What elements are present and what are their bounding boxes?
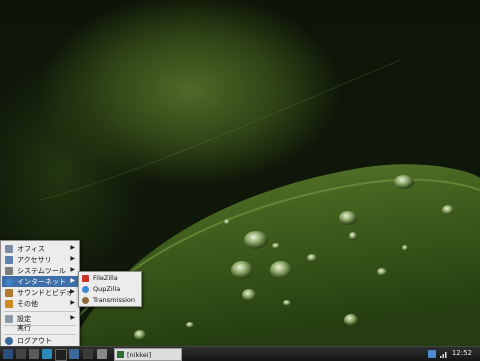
window-app-icon <box>117 351 124 358</box>
menu-item-label: ログアウト <box>17 336 52 345</box>
chevron-right-icon: ▶ <box>70 299 75 306</box>
menu-item-label: システムツール <box>17 266 66 275</box>
menu-item-label: 実行 <box>17 323 31 332</box>
transmission-icon <box>82 296 89 304</box>
menu-item-logout[interactable]: ログアウト <box>2 335 78 346</box>
start-menu: オフィス ▶ アクセサリ ▶ システムツール ▶ インターネット ▶ サウンドと… <box>0 240 80 348</box>
chevron-right-icon: ▶ <box>70 277 75 284</box>
show-desktop-icon[interactable] <box>16 349 26 359</box>
multimedia-icon <box>5 288 13 297</box>
menu-item-label: オフィス <box>17 244 45 253</box>
run-icon <box>5 324 13 332</box>
submenu-item-qupzilla[interactable]: QupZilla <box>80 284 140 294</box>
chevron-right-icon: ▶ <box>70 288 75 295</box>
qupzilla-icon <box>82 285 89 293</box>
network-icon[interactable] <box>428 350 436 358</box>
clock[interactable]: 12:52 <box>452 349 472 357</box>
submenu-item-transmission[interactable]: Transmission <box>80 295 140 305</box>
workspace-1-icon[interactable] <box>69 349 79 359</box>
workspace-3-icon[interactable] <box>97 349 107 359</box>
menu-separator <box>4 311 76 312</box>
taskbar: [nikkei] 12:52 <box>0 346 480 361</box>
submenu-item-label: QupZilla <box>93 285 121 293</box>
menu-item-internet[interactable]: インターネット ▶ <box>2 276 78 287</box>
file-manager-icon[interactable] <box>29 349 39 359</box>
volume-icon[interactable] <box>440 350 448 358</box>
menu-item-office[interactable]: オフィス ▶ <box>2 243 78 254</box>
office-icon <box>5 244 13 253</box>
chevron-right-icon: ▶ <box>70 255 75 262</box>
terminal-icon[interactable] <box>55 349 67 361</box>
chevron-right-icon: ▶ <box>70 314 75 321</box>
menu-item-run[interactable]: 実行 <box>2 322 78 333</box>
menu-item-accessories[interactable]: アクセサリ ▶ <box>2 254 78 265</box>
submenu-item-label: FileZilla <box>93 274 118 282</box>
menu-item-label: サウンドとビデオ <box>17 288 73 297</box>
submenu-item-filezilla[interactable]: FileZilla <box>80 273 140 283</box>
logout-icon <box>5 336 13 345</box>
menu-item-label: その他 <box>17 299 38 308</box>
workspace-2-icon[interactable] <box>83 349 93 359</box>
start-menu-icon[interactable] <box>3 349 13 359</box>
menu-item-other[interactable]: その他 ▶ <box>2 298 78 309</box>
submenu-item-label: Transmission <box>93 296 135 304</box>
filezilla-icon <box>82 274 89 282</box>
menu-item-system-tools[interactable]: システムツール ▶ <box>2 265 78 276</box>
chevron-right-icon: ▶ <box>70 244 75 251</box>
accessories-icon <box>5 255 13 264</box>
internet-globe-icon <box>5 277 13 286</box>
internet-submenu: FileZilla QupZilla Transmission <box>78 271 142 307</box>
menu-item-label: インターネット <box>17 277 66 286</box>
folder-icon <box>5 299 13 308</box>
taskbar-window-button[interactable]: [nikkei] <box>114 348 182 361</box>
menu-item-sound-video[interactable]: サウンドとビデオ ▶ <box>2 287 78 298</box>
system-tools-icon <box>5 266 13 275</box>
browser-icon[interactable] <box>42 349 52 359</box>
menu-item-label: アクセサリ <box>17 255 52 264</box>
chevron-right-icon: ▶ <box>70 266 75 273</box>
taskbar-window-label: [nikkei] <box>127 350 152 359</box>
